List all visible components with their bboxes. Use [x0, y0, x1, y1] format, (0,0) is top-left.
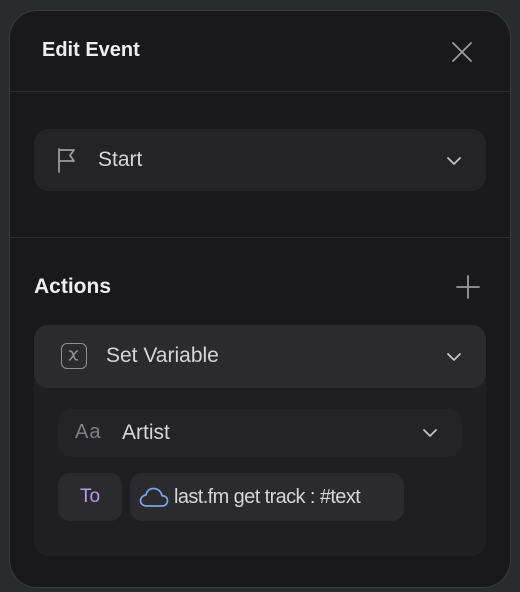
value-chip[interactable]: last.fm get track : #text [130, 473, 404, 521]
chevron-down-icon [423, 429, 437, 437]
trigger-value: Start [98, 148, 143, 171]
variable-value: Artist [122, 421, 170, 444]
to-label: To [58, 473, 122, 521]
actions-title: Actions [34, 275, 112, 298]
divider [10, 91, 510, 92]
variable-select[interactable]: Aa Artist [58, 409, 462, 457]
divider [10, 237, 510, 238]
chevron-down-icon [447, 353, 461, 361]
action-type-label: Set Variable [106, 344, 219, 367]
value-text: last.fm get track : #text [174, 486, 361, 508]
plus-icon[interactable] [456, 275, 480, 299]
trigger-select[interactable]: Start [34, 129, 486, 191]
dialog-header: Edit Event [10, 11, 510, 91]
flag-icon [58, 148, 75, 173]
cloud-icon [139, 487, 169, 507]
chevron-down-icon [447, 157, 461, 165]
variable-icon [61, 343, 87, 369]
action-card: Set Variable Aa Artist To last.fm get tr… [34, 325, 486, 556]
dialog-title: Edit Event [42, 39, 140, 61]
edit-event-dialog: Edit Event Start Actions Set Variable Aa… [9, 10, 511, 588]
text-type-icon: Aa [75, 421, 102, 443]
action-type-select[interactable]: Set Variable [34, 325, 486, 388]
close-icon[interactable] [450, 40, 474, 64]
